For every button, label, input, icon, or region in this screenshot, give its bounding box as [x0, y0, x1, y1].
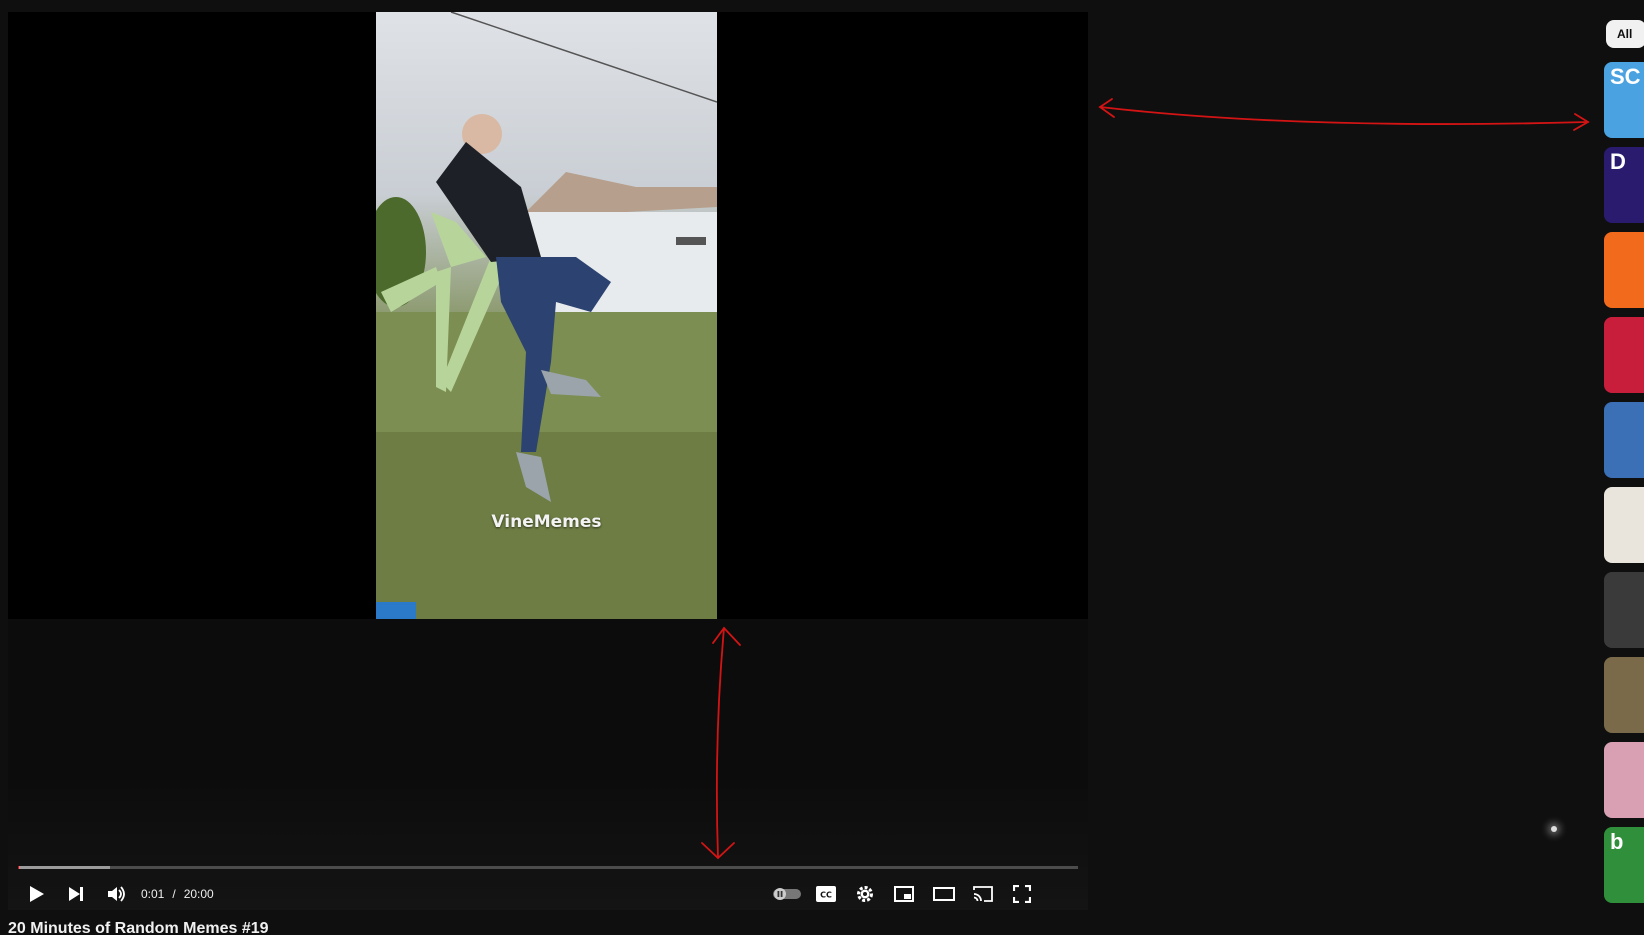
- thumbnail-text: b: [1610, 829, 1624, 854]
- player-controls: 0:01 / 20:00 CC: [18, 874, 1078, 914]
- play-button[interactable]: [22, 880, 50, 908]
- video-watermark: VineMemes: [491, 512, 602, 532]
- current-time: 0:01: [141, 887, 165, 901]
- cast-button[interactable]: [969, 880, 997, 908]
- video-area[interactable]: VineMemes: [8, 12, 1088, 619]
- recommended-video-thumbnail[interactable]: [1604, 317, 1644, 393]
- recommended-video-thumbnail[interactable]: [1604, 402, 1644, 478]
- duration: 20:00: [183, 887, 214, 901]
- fullscreen-icon: [1013, 885, 1031, 903]
- video-title[interactable]: 20 Minutes of Random Memes #19: [8, 920, 269, 935]
- autoplay-toggle-icon: [773, 888, 801, 900]
- thumbnail-text: D: [1610, 149, 1626, 174]
- cast-icon: [973, 886, 993, 902]
- theater-mode-button[interactable]: [930, 880, 958, 908]
- time-separator: /: [172, 887, 176, 901]
- recommended-video-thumbnail[interactable]: [1604, 572, 1644, 648]
- theater-mode-icon: [933, 887, 955, 901]
- next-icon: [69, 887, 83, 901]
- recommended-video-thumbnail[interactable]: [1604, 657, 1644, 733]
- recommended-video-thumbnail[interactable]: [1604, 487, 1644, 563]
- page: VineMemes 0:01 / 20:00 CC 20 Minutes of Ra…: [0, 0, 1644, 935]
- next-button[interactable]: [62, 880, 90, 908]
- video-frame[interactable]: VineMemes: [376, 12, 717, 619]
- time-display: 0:01 / 20:00: [141, 887, 218, 901]
- horizontal-double-arrow: [1099, 106, 1589, 125]
- filter-chip-all[interactable]: All: [1606, 20, 1644, 48]
- recommended-video-thumbnail[interactable]: b: [1604, 827, 1644, 903]
- volume-icon: [108, 886, 125, 902]
- captions-button[interactable]: CC: [812, 880, 840, 908]
- horizontal-arrow-head-right: [1573, 113, 1590, 131]
- progress-played: [18, 866, 20, 869]
- horizontal-arrow-head-left: [1098, 98, 1115, 118]
- progress-bar[interactable]: [18, 866, 1078, 869]
- settings-button[interactable]: [851, 880, 879, 908]
- miniplayer-button[interactable]: [890, 880, 918, 908]
- progress-loaded: [18, 866, 111, 869]
- light-dot: [1551, 826, 1557, 832]
- fullscreen-button[interactable]: [1008, 880, 1036, 908]
- volume-button[interactable]: [102, 880, 130, 908]
- captions-icon: CC: [816, 886, 836, 902]
- gear-icon: [857, 886, 873, 902]
- recommended-video-thumbnail[interactable]: SC: [1604, 62, 1644, 138]
- miniplayer-icon: [894, 886, 914, 902]
- video-player[interactable]: VineMemes: [8, 12, 1088, 910]
- play-icon: [30, 886, 44, 902]
- recommended-video-thumbnail[interactable]: [1604, 232, 1644, 308]
- autoplay-toggle[interactable]: [773, 880, 801, 908]
- recommended-video-thumbnail[interactable]: [1604, 742, 1644, 818]
- recommended-video-thumbnail[interactable]: D: [1604, 147, 1644, 223]
- thumbnail-text: SC: [1610, 64, 1641, 89]
- svg-text:CC: CC: [820, 891, 832, 900]
